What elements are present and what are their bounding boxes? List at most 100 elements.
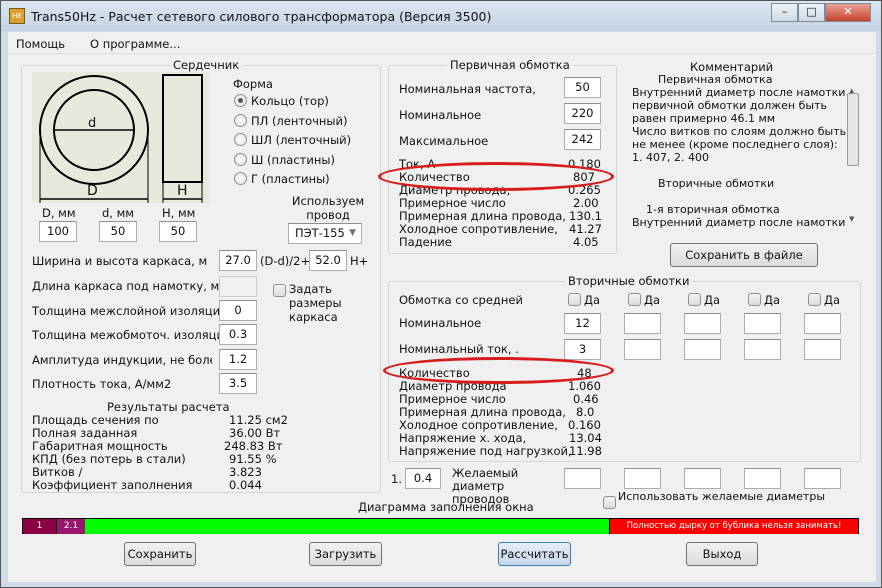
scroll-down-icon[interactable]: ▼ <box>849 215 854 223</box>
desired-index: 1. <box>391 472 402 486</box>
center-tap-option-label: Да <box>584 293 601 307</box>
comment-scrollbar[interactable]: ▲ ▼ <box>845 85 860 228</box>
result-value: 248.83 Вт <box>224 439 283 453</box>
nominal-voltage-input[interactable]: 220 <box>564 103 601 124</box>
shape-radio-shl[interactable] <box>234 133 247 146</box>
secondary-current-input[interactable] <box>684 339 721 360</box>
result-value: 130.1 <box>569 209 602 223</box>
center-tap-option-label: Да <box>644 293 661 307</box>
max-voltage-label: Максимальное <box>399 134 489 148</box>
dim-H-label: H, мм <box>162 206 196 220</box>
results-title: Результаты расчета <box>107 400 230 414</box>
fill-segment-free <box>85 519 609 534</box>
height-input[interactable]: 50 <box>159 221 197 242</box>
maximize-button[interactable]: □ <box>798 3 825 22</box>
comment-line: Внутренний диаметр после намотки <box>632 86 846 99</box>
desired-secondary-diameter-input[interactable] <box>684 468 721 489</box>
secondary-current-input[interactable] <box>624 339 661 360</box>
nominal-voltage-label: Номинальное <box>399 108 482 122</box>
secondary-current-input[interactable]: 3 <box>564 339 601 360</box>
center-tap-checkbox[interactable] <box>748 293 761 306</box>
center-tap-checkbox[interactable] <box>568 293 581 306</box>
secondary-current-label: Номинальный ток, . <box>399 342 519 356</box>
desired-secondary-diameter-input[interactable] <box>804 468 841 489</box>
use-desired-label: Использовать желаемые диаметры <box>618 490 826 502</box>
set-frame-checkbox[interactable] <box>273 284 286 297</box>
desired-secondary-diameter-input[interactable] <box>564 468 601 489</box>
outer-diameter-input[interactable]: 100 <box>39 221 77 242</box>
layer-insulation-input[interactable]: 0 <box>219 300 257 321</box>
frame-height-input[interactable]: 52.0 <box>309 250 347 271</box>
inner-diameter-input[interactable]: 50 <box>99 221 137 242</box>
center-tap-checkbox[interactable] <box>808 293 821 306</box>
scroll-thumb[interactable] <box>847 93 859 166</box>
exit-button[interactable]: Выход <box>686 542 758 566</box>
red-highlight-ellipse <box>378 162 614 191</box>
chevron-down-icon: ▼ <box>349 228 356 238</box>
shape-label-sh: Ш (пластины) <box>251 153 335 167</box>
max-voltage-input[interactable]: 242 <box>564 129 601 150</box>
diagram-label-H: H <box>177 183 188 199</box>
shape-radio-g[interactable] <box>234 172 247 185</box>
primary-group-title: Первичная обмотка <box>447 58 573 72</box>
secondary-voltage-input[interactable] <box>624 313 661 334</box>
diagram-label-d: d <box>88 116 97 131</box>
fill-diagram-title: Диаграмма заполнения окна <box>358 500 534 514</box>
result-label: Напряжение под нагрузкой, <box>399 444 572 458</box>
result-label: Напряжение х. хода, <box>399 431 527 445</box>
calculate-button[interactable]: Рассчитать <box>498 542 571 566</box>
secondary-voltage-label: Номинальное <box>399 316 482 330</box>
induction-input[interactable]: 1.2 <box>219 349 257 370</box>
winding-insulation-input[interactable]: 0.3 <box>219 324 257 345</box>
result-value: 0.46 <box>573 392 599 406</box>
secondary-voltage-input[interactable]: 12 <box>564 313 601 334</box>
secondary-voltage-input[interactable] <box>684 313 721 334</box>
result-label: Примерное число <box>399 196 506 210</box>
center-tap-checkbox[interactable] <box>628 293 641 306</box>
frame-width-input[interactable]: 27.0 <box>219 250 257 271</box>
app-icon: НЕ <box>9 8 25 24</box>
save-button[interactable]: Сохранить <box>124 542 196 566</box>
comment-line: Вторичные обмотки <box>658 177 775 190</box>
comment-line: 1-я вторичная обмотка <box>646 203 780 216</box>
current-density-input[interactable]: 3.5 <box>219 373 257 394</box>
secondary-voltage-input[interactable] <box>804 313 841 334</box>
menu-help[interactable]: Помощь <box>16 37 65 51</box>
result-label: Габаритная мощность <box>32 439 168 453</box>
dim-D-label: D, мм <box>42 206 76 220</box>
minimize-button[interactable]: – <box>771 3 798 22</box>
desired-secondary-diameter-input[interactable] <box>624 468 661 489</box>
result-value: 13.04 <box>569 431 602 445</box>
center-tap-option-label: Да <box>824 293 841 307</box>
shape-radio-ring[interactable] <box>234 94 247 107</box>
secondary-current-input[interactable] <box>744 339 781 360</box>
save-to-file-button[interactable]: Сохранить в файле <box>670 243 818 267</box>
shape-radio-sh[interactable] <box>234 153 247 166</box>
desired-primary-diameter-input[interactable]: 0.4 <box>405 468 441 489</box>
comment-text[interactable]: Первичная обмотка Внутренний диаметр пос… <box>632 73 862 228</box>
secondary-voltage-input[interactable] <box>744 313 781 334</box>
param-label: Толщина межобмоточ. изоляции, <box>32 328 236 342</box>
wire-select[interactable]: ПЭТ-155 ▼ <box>288 223 362 244</box>
menu-about[interactable]: О программе... <box>90 37 180 51</box>
shape-radio-pl[interactable] <box>234 114 247 127</box>
use-desired-checkbox[interactable] <box>603 496 616 509</box>
frame-length-input[interactable] <box>219 276 257 297</box>
result-label: Полная заданная <box>32 426 138 440</box>
red-highlight-ellipse <box>383 357 614 384</box>
close-button[interactable]: ✕ <box>825 3 871 22</box>
result-label: Холодное сопротивление, <box>399 418 558 432</box>
result-value: 11.98 <box>569 444 602 458</box>
result-label: Витков / <box>32 465 83 479</box>
secondary-current-input[interactable] <box>804 339 841 360</box>
desired-secondary-diameter-input[interactable] <box>744 468 781 489</box>
result-value: 4.05 <box>573 235 599 249</box>
load-button[interactable]: Загрузить <box>309 542 382 566</box>
frequency-input[interactable]: 50 <box>564 77 601 98</box>
shape-label-shl: ШЛ (ленточный) <box>251 133 352 147</box>
center-tap-checkbox[interactable] <box>688 293 701 306</box>
comment-line: первичной обмотки должен быть <box>632 99 827 112</box>
result-value: 2.00 <box>573 196 599 210</box>
frame-size-label: Ширина и высота каркаса, м <box>32 254 208 268</box>
shape-label: Форма <box>233 77 273 91</box>
